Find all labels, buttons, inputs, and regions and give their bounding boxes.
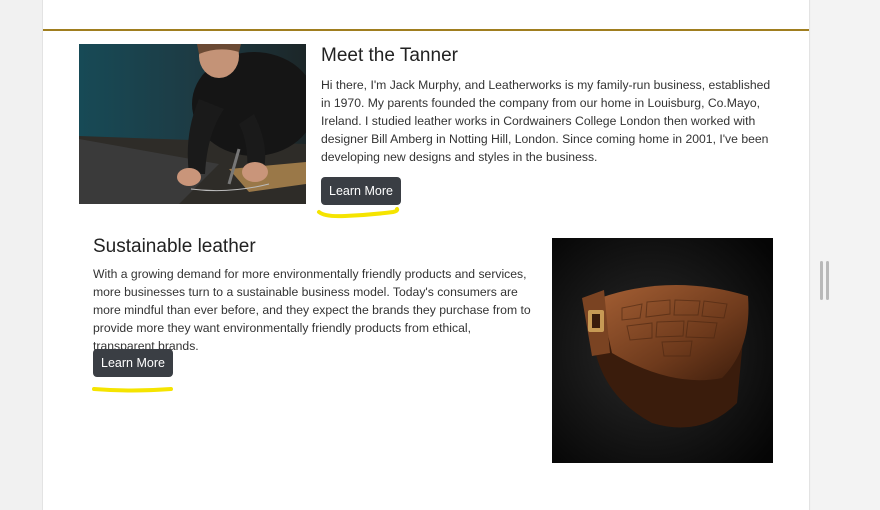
tanner-photo [79,44,306,204]
tanner-learn-more-button[interactable]: Learn More [321,177,401,205]
resize-grip-icon[interactable] [826,261,829,300]
right-gutter [811,0,880,510]
sustainable-heading: Sustainable leather [93,236,256,257]
sustainable-description: With a growing demand for more environme… [93,267,531,353]
highlight-underline-icon [92,387,173,393]
tanner-description: Hi there, I'm Jack Murphy, and Leatherwo… [321,78,771,164]
leather-bag-photo [552,238,773,463]
tanner-heading: Meet the Tanner [321,45,458,66]
sustainable-learn-more-button[interactable]: Learn More [93,349,173,377]
header-divider [43,29,809,31]
highlight-underline-icon [317,207,400,219]
resize-grip-icon[interactable] [820,261,823,300]
